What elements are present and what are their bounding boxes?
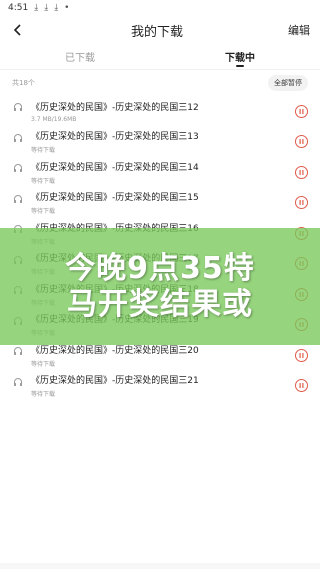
- download-item-title: 《历史深处的民国》-历史深处的民国三15: [31, 193, 199, 204]
- status-time: 4:51: [8, 3, 29, 13]
- tab-label: 下载中: [225, 53, 255, 64]
- headphones-icon: [12, 101, 24, 113]
- download-item-status: 等待下载: [31, 177, 56, 185]
- download-item-info: 《历史深处的民国》-历史深处的民国三13 等待下载: [31, 129, 295, 154]
- tab-bar: 已下载 下载中: [0, 44, 320, 70]
- download-item-status: 等待下载: [31, 147, 56, 155]
- headphones-icon: [12, 132, 24, 144]
- overlay-text-line: 今晚9点35特: [65, 250, 255, 286]
- tab-downloading[interactable]: 下载中: [160, 44, 320, 69]
- pause-icon[interactable]: [295, 104, 308, 118]
- download-item[interactable]: 《历史深处的民国》-历史深处的民国三14 等待下载: [0, 157, 320, 188]
- promo-overlay-banner: 今晚9点35特 马开奖结果或: [0, 228, 320, 345]
- download-item[interactable]: 《历史深处的民国》-历史深处的民国三13 等待下载: [0, 127, 320, 158]
- download-item-title: 《历史深处的民国》-历史深处的民国三12: [31, 102, 199, 113]
- download-summary: 共18个 全部暂停: [0, 70, 320, 96]
- pause-all-button[interactable]: 全部暂停: [268, 75, 308, 91]
- pause-icon[interactable]: [295, 165, 308, 179]
- pause-icon[interactable]: [295, 196, 308, 210]
- download-icon: ⤓: [44, 3, 49, 13]
- download-item-status: 等待下载: [31, 208, 56, 216]
- status-bar: 4:51 ⤓ ⤓ ⤓ •: [0, 0, 320, 16]
- download-item-info: 《历史深处的民国》-历史深处的民国三15 等待下载: [31, 190, 295, 215]
- download-item-info: 《历史深处的民国》-历史深处的民国三12 3.7 MB/19.6MB: [31, 100, 295, 123]
- overlay-text-line: 马开奖结果或: [67, 286, 253, 322]
- download-item[interactable]: 《历史深处的民国》-历史深处的民国三15 等待下载: [0, 188, 320, 219]
- download-item-info: 《历史深处的民国》-历史深处的民国三21 等待下载: [31, 373, 295, 398]
- headphones-icon: [12, 376, 24, 388]
- download-item-status: 等待下载: [31, 360, 56, 368]
- download-item-info: 《历史深处的民国》-历史深处的民国三14 等待下载: [31, 160, 295, 185]
- download-item[interactable]: 《历史深处的民国》-历史深处的民国三12 3.7 MB/19.6MB: [0, 96, 320, 127]
- headphones-icon: [12, 162, 24, 174]
- nav-bar: 我的下载 编辑: [0, 16, 320, 44]
- tab-label: 已下载: [65, 53, 95, 64]
- download-icon: ⤓: [34, 3, 39, 13]
- bottom-gesture-bar: [0, 563, 320, 569]
- tab-active-indicator: [236, 65, 244, 67]
- pause-icon[interactable]: [295, 348, 308, 362]
- dot-icon: •: [64, 3, 70, 13]
- page-title: 我的下载: [130, 24, 183, 40]
- download-item-info: 《历史深处的民国》-历史深处的民国三20 等待下载: [31, 343, 295, 368]
- download-item-status: 等待下载: [31, 391, 56, 399]
- download-item-title: 《历史深处的民国》-历史深处的民国三13: [31, 132, 199, 143]
- headphones-icon: [12, 345, 24, 357]
- pause-icon[interactable]: [295, 135, 308, 149]
- download-item-title: 《历史深处的民国》-历史深处的民国三14: [31, 162, 199, 173]
- back-arrow-icon[interactable]: [10, 22, 26, 38]
- download-item-title: 《历史深处的民国》-历史深处的民国三21: [31, 376, 199, 387]
- pause-icon[interactable]: [295, 379, 308, 393]
- tab-downloaded[interactable]: 已下载: [0, 44, 160, 69]
- download-item[interactable]: 《历史深处的民国》-历史深处的民国三21 等待下载: [0, 371, 320, 402]
- headphones-icon: [12, 193, 24, 205]
- item-count: 共18个: [12, 79, 35, 87]
- download-item-status: 3.7 MB/19.6MB: [31, 115, 77, 123]
- download-icon: ⤓: [54, 3, 59, 13]
- edit-button[interactable]: 编辑: [288, 22, 310, 38]
